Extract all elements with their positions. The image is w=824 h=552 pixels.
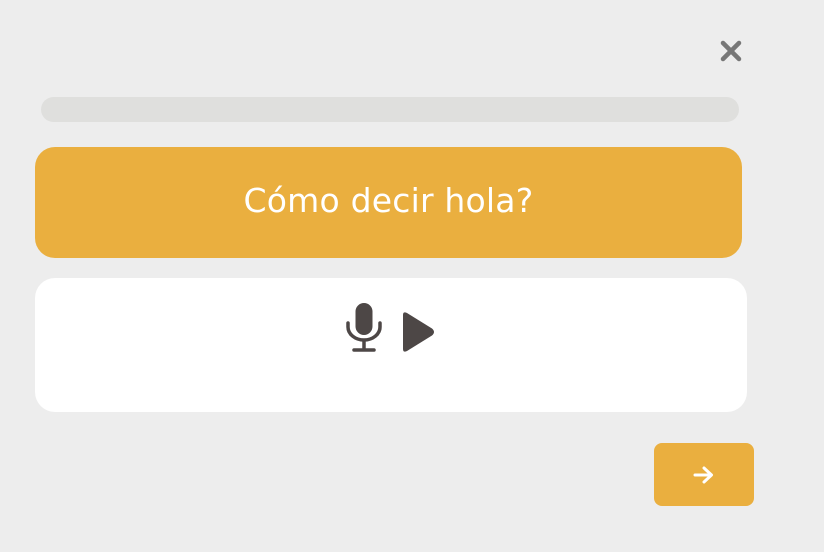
- play-button[interactable]: [398, 310, 438, 354]
- microphone-icon: [346, 303, 382, 352]
- answer-card: [35, 278, 747, 412]
- close-button[interactable]: [716, 36, 746, 66]
- close-icon: [720, 40, 742, 62]
- prompt-card: Cómo decir hola?: [35, 147, 742, 258]
- progress-bar: [41, 97, 739, 122]
- next-button[interactable]: [654, 443, 754, 506]
- play-icon: [403, 312, 434, 352]
- arrow-right-icon: [693, 466, 713, 483]
- record-button[interactable]: [344, 302, 384, 354]
- prompt-text: Cómo decir hola?: [243, 181, 534, 220]
